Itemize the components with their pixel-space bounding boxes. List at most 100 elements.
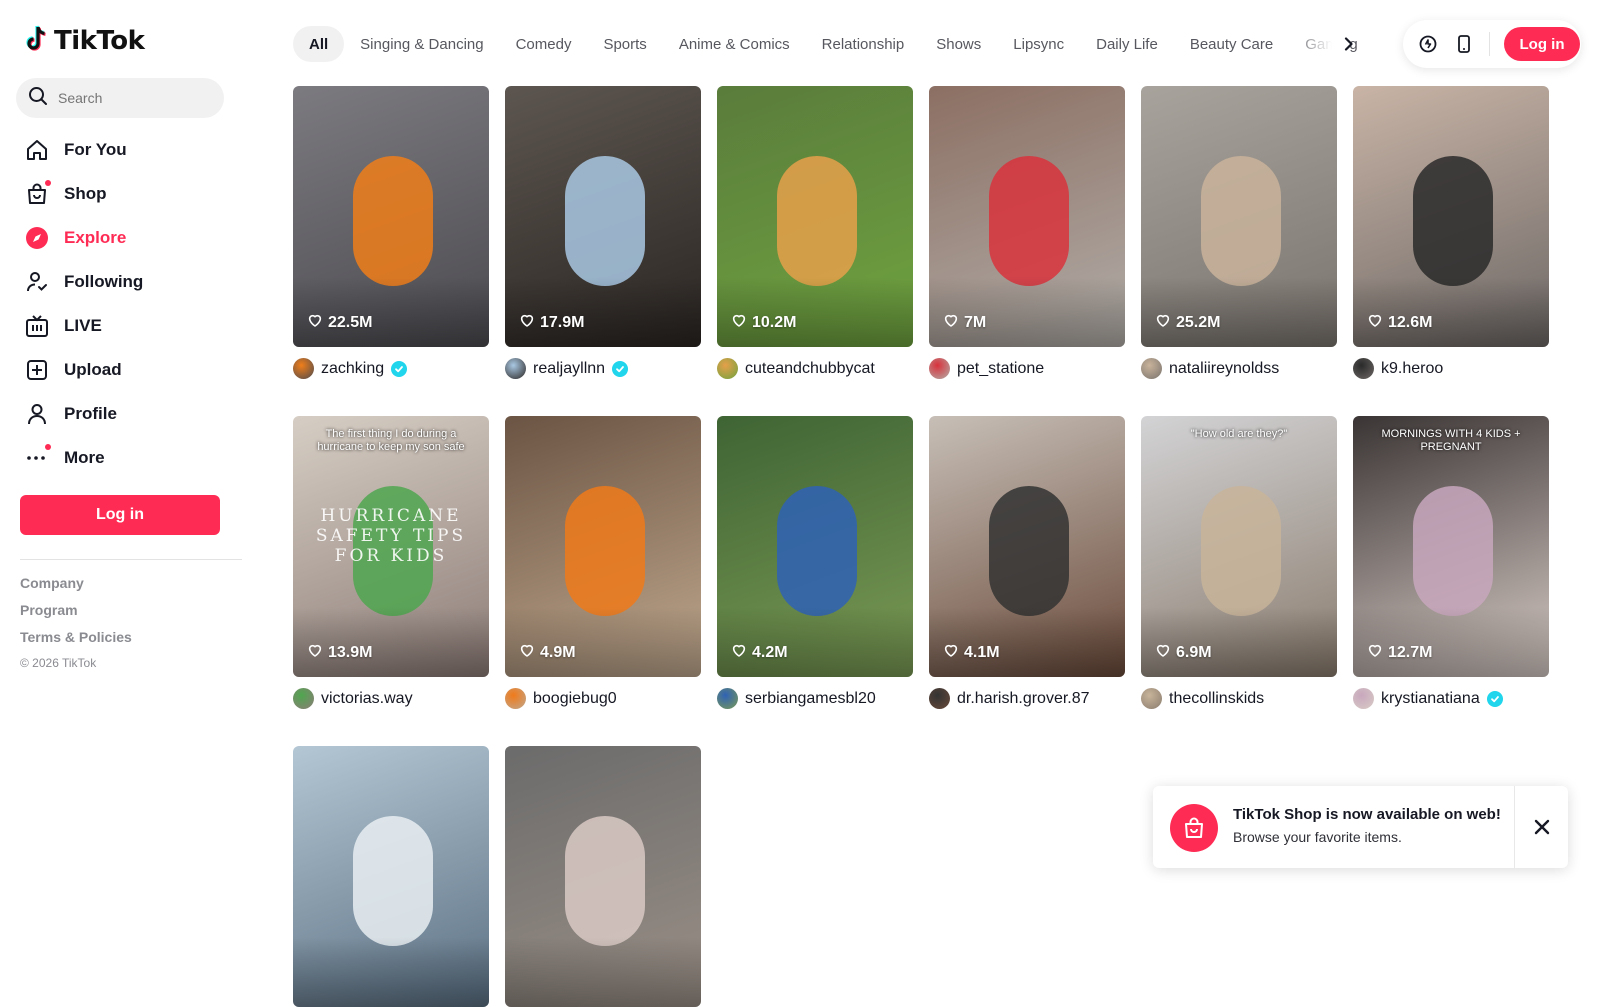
avatar[interactable] <box>1353 358 1374 379</box>
footer-link-terms[interactable]: Terms & Policies <box>20 629 132 645</box>
profile-icon <box>24 401 50 427</box>
avatar[interactable] <box>505 688 526 709</box>
video-thumbnail[interactable]: The first thing I do during a hurricane … <box>293 416 489 677</box>
author-name[interactable]: realjayllnn <box>533 360 605 378</box>
search-input[interactable] <box>58 90 208 106</box>
video-thumbnail[interactable]: 17.9M <box>505 86 701 347</box>
thumbnail-subject <box>989 486 1069 616</box>
author-link[interactable]: zachking <box>293 358 408 379</box>
tab-category[interactable]: Lipsync <box>997 26 1080 62</box>
nav-item-more[interactable]: More <box>24 436 234 480</box>
author-link[interactable]: cuteandchubbycat <box>717 358 875 379</box>
author-name[interactable]: boogiebug0 <box>533 690 617 708</box>
footer-link-program[interactable]: Program <box>20 602 78 618</box>
author-link[interactable]: k9.heroo <box>1353 358 1443 379</box>
sidebar-login-button[interactable]: Log in <box>20 495 220 535</box>
close-icon[interactable] <box>1525 810 1559 844</box>
video-thumbnail[interactable]: 25.2M <box>1141 86 1337 347</box>
thumbnail-subject <box>1413 486 1493 616</box>
video-thumbnail[interactable]: 4.2M <box>717 416 913 677</box>
copyright-text: © 2026 TikTok <box>20 656 97 670</box>
author-name[interactable]: thecollinskids <box>1169 690 1264 708</box>
video-thumbnail[interactable] <box>293 746 489 1007</box>
video-thumbnail[interactable]: 12.6M <box>1353 86 1549 347</box>
header-login-button[interactable]: Log in <box>1504 27 1580 61</box>
author-link[interactable]: nataliireynoldss <box>1141 358 1279 379</box>
avatar[interactable] <box>717 688 738 709</box>
tab-category[interactable]: Shows <box>920 26 997 62</box>
tiktok-logo[interactable]: TikTok <box>24 24 145 58</box>
heart-icon <box>519 312 535 333</box>
author-link[interactable]: victorias.way <box>293 688 413 709</box>
heart-icon <box>1155 312 1171 333</box>
video-thumbnail[interactable]: 4.9M <box>505 416 701 677</box>
verified-check-icon <box>1486 690 1503 707</box>
thumbnail-subject <box>777 486 857 616</box>
avatar[interactable] <box>1141 358 1162 379</box>
avatar[interactable] <box>717 358 738 379</box>
tab-category[interactable]: Comedy <box>500 26 588 62</box>
logo-text: TikTok <box>54 26 145 56</box>
tab-category[interactable]: All <box>293 26 345 62</box>
video-thumbnail[interactable]: MORNINGS WITH 4 KIDS + PREGNANT 12.7M <box>1353 416 1549 677</box>
author-name[interactable]: victorias.way <box>321 690 413 708</box>
video-thumbnail[interactable] <box>505 746 701 1007</box>
author-name[interactable]: k9.heroo <box>1381 360 1443 378</box>
nav-item-profile[interactable]: Profile <box>24 392 234 436</box>
coin-icon[interactable] <box>1417 33 1439 55</box>
tab-category[interactable]: Beauty Care <box>1174 26 1289 62</box>
tab-category[interactable]: Relationship <box>806 26 921 62</box>
nav-item-following[interactable]: Following <box>24 260 234 304</box>
author-name[interactable]: dr.harish.grover.87 <box>957 690 1090 708</box>
like-count-text: 10.2M <box>752 313 797 331</box>
footer-link-company[interactable]: Company <box>20 575 84 591</box>
search-box[interactable] <box>16 78 224 118</box>
author-name[interactable]: pet_statione <box>957 360 1044 378</box>
author-link[interactable]: realjayllnn <box>505 358 629 379</box>
author-link[interactable]: boogiebug0 <box>505 688 617 709</box>
avatar[interactable] <box>293 358 314 379</box>
author-link[interactable]: thecollinskids <box>1141 688 1264 709</box>
tab-category[interactable]: Singing & Dancing <box>344 26 499 62</box>
video-thumbnail[interactable]: 4.1M <box>929 416 1125 677</box>
tab-category[interactable]: Anime & Comics <box>663 26 806 62</box>
tab-category[interactable]: Sports <box>587 26 662 62</box>
heart-icon <box>307 312 323 333</box>
author-link[interactable]: krystianatiana <box>1353 688 1503 709</box>
avatar[interactable] <box>929 688 950 709</box>
avatar[interactable] <box>293 688 314 709</box>
nav-item-explore[interactable]: Explore <box>24 216 234 260</box>
chevron-right-icon[interactable] <box>1335 30 1363 58</box>
notification-dot <box>45 444 51 450</box>
author-name[interactable]: zachking <box>321 360 384 378</box>
video-thumbnail[interactable]: 22.5M <box>293 86 489 347</box>
author-name[interactable]: cuteandchubbycat <box>745 360 875 378</box>
avatar[interactable] <box>505 358 526 379</box>
author-link[interactable]: pet_statione <box>929 358 1044 379</box>
thumbnail-subject <box>565 486 645 616</box>
avatar[interactable] <box>929 358 950 379</box>
video-thumbnail[interactable]: "How old are they?" 6.9M <box>1141 416 1337 677</box>
thumbnail-headline: HURRICANE SAFETY TIPS FOR KIDS <box>315 506 467 566</box>
nav-item-upload[interactable]: Upload <box>24 348 234 392</box>
author-link[interactable]: serbiangamesbl20 <box>717 688 876 709</box>
video-thumbnail[interactable]: 7M <box>929 86 1125 347</box>
avatar[interactable] <box>1353 688 1374 709</box>
nav-item-live[interactable]: LIVE <box>24 304 234 348</box>
author-name[interactable]: nataliireynoldss <box>1169 360 1279 378</box>
like-count: 7M <box>943 312 986 333</box>
author-name[interactable]: krystianatiana <box>1381 690 1480 708</box>
main-nav: For You Shop Explore Following LIVE Uplo… <box>24 128 234 480</box>
author-name[interactable]: serbiangamesbl20 <box>745 690 876 708</box>
thumbnail-gradient <box>505 937 701 1007</box>
mobile-device-icon[interactable] <box>1453 33 1475 55</box>
avatar[interactable] <box>1141 688 1162 709</box>
nav-label: Profile <box>64 404 117 423</box>
author-link[interactable]: dr.harish.grover.87 <box>929 688 1090 709</box>
video-thumbnail[interactable]: 10.2M <box>717 86 913 347</box>
nav-item-for-you[interactable]: For You <box>24 128 234 172</box>
nav-item-shop[interactable]: Shop <box>24 172 234 216</box>
like-count: 4.1M <box>943 642 1000 663</box>
like-count: 12.7M <box>1367 642 1432 663</box>
tab-category[interactable]: Daily Life <box>1080 26 1174 62</box>
